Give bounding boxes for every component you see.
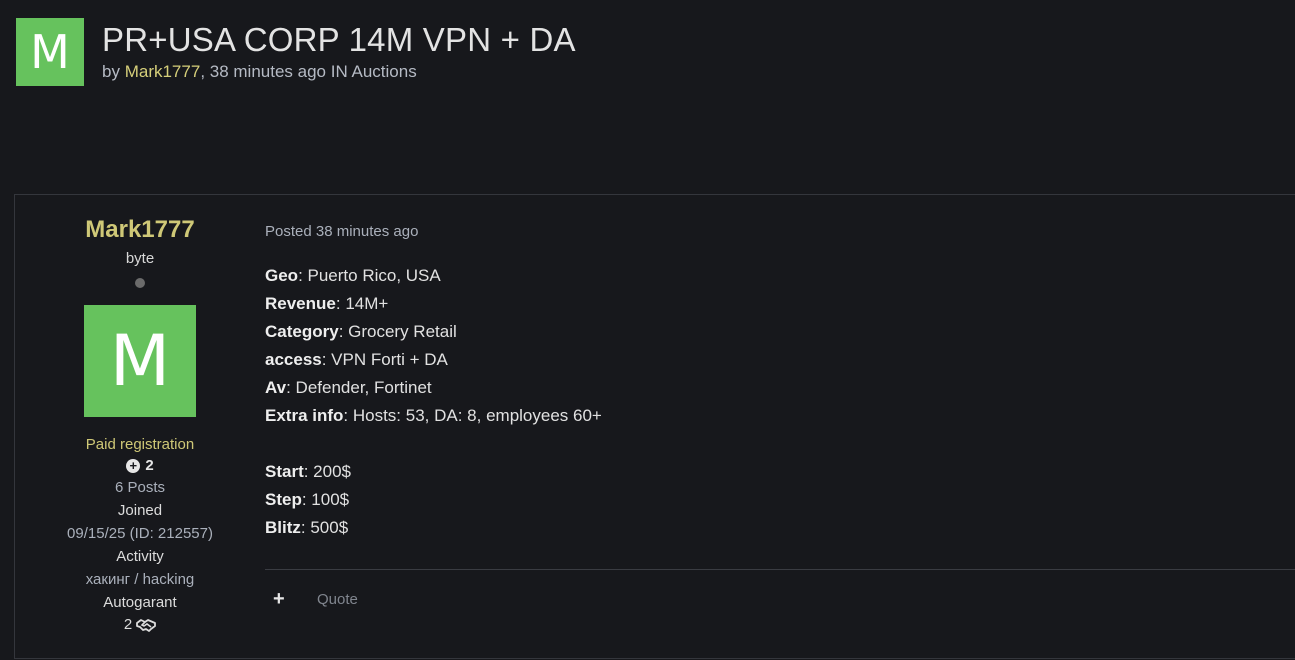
- author-rank: byte: [125, 250, 155, 267]
- author-avatar[interactable]: M: [84, 305, 196, 417]
- joined-value: 09/15/25 (ID: 212557): [67, 525, 213, 542]
- reputation: + 2: [15, 457, 265, 474]
- quote-button[interactable]: Quote: [317, 591, 358, 608]
- reputation-value: 2: [145, 457, 154, 474]
- field-av: Av: Defender, Fortinet: [265, 378, 432, 397]
- field-extra-info: Extra info: Hosts: 53, DA: 8, employees …: [265, 406, 602, 425]
- field-start: Start: 200$: [265, 462, 351, 481]
- topic-header-text: PR+USA CORP 14M VPN + DA by Mark1777, 38…: [102, 18, 576, 82]
- by-label: by: [102, 62, 120, 81]
- post-content: Posted 38 minutes ago Geo: Puerto Rico, …: [265, 195, 1295, 610]
- activity-label: Activity: [116, 548, 164, 565]
- author-group: Paid registration: [85, 436, 195, 453]
- plus-icon[interactable]: +: [273, 588, 289, 611]
- posted-line: Posted 38 minutes ago: [265, 223, 1295, 240]
- plus-circle-icon: +: [126, 458, 141, 473]
- field-step: Step: 100$: [265, 490, 350, 509]
- author-panel: Mark1777 byte M Paid registration + 2 6 …: [15, 195, 265, 633]
- autogarant: 2: [15, 616, 265, 633]
- post-body: Geo: Puerto Rico, USA Revenue: 14M+ Cate…: [265, 262, 1295, 542]
- topic-author-link[interactable]: Mark1777: [125, 62, 201, 81]
- post-footer-divider: [265, 569, 1295, 570]
- topic-meta-rest: , 38 minutes ago IN Auctions: [200, 62, 417, 81]
- topic-header: M PR+USA CORP 14M VPN + DA by Mark1777, …: [16, 18, 576, 86]
- posted-time[interactable]: 38 minutes ago: [316, 223, 419, 240]
- posted-label: Posted: [265, 223, 312, 240]
- autogarant-value: 2: [123, 616, 133, 633]
- post-container: Mark1777 byte M Paid registration + 2 6 …: [14, 194, 1295, 659]
- field-blitz: Blitz: 500$: [265, 518, 349, 537]
- topic-meta: by Mark1777, 38 minutes ago IN Auctions: [102, 62, 576, 82]
- field-access: access: VPN Forti + DA: [265, 350, 448, 369]
- author-name-link[interactable]: Mark1777: [15, 216, 265, 244]
- post-actions: + Quote: [273, 588, 358, 611]
- activity-value: хакинг / hacking: [85, 571, 195, 588]
- field-geo: Geo: Puerto Rico, USA: [265, 266, 441, 285]
- joined-label: Joined: [117, 502, 163, 519]
- topic-avatar[interactable]: M: [16, 18, 84, 86]
- handshake-icon: [136, 618, 157, 632]
- post-count: 6 Posts: [114, 479, 166, 496]
- field-category: Category: Grocery Retail: [265, 322, 457, 341]
- autogarant-label: Autogarant: [103, 594, 177, 611]
- topic-title: PR+USA CORP 14M VPN + DA: [102, 21, 576, 58]
- field-revenue: Revenue: 14M+: [265, 294, 389, 313]
- online-status-dot: [135, 278, 145, 288]
